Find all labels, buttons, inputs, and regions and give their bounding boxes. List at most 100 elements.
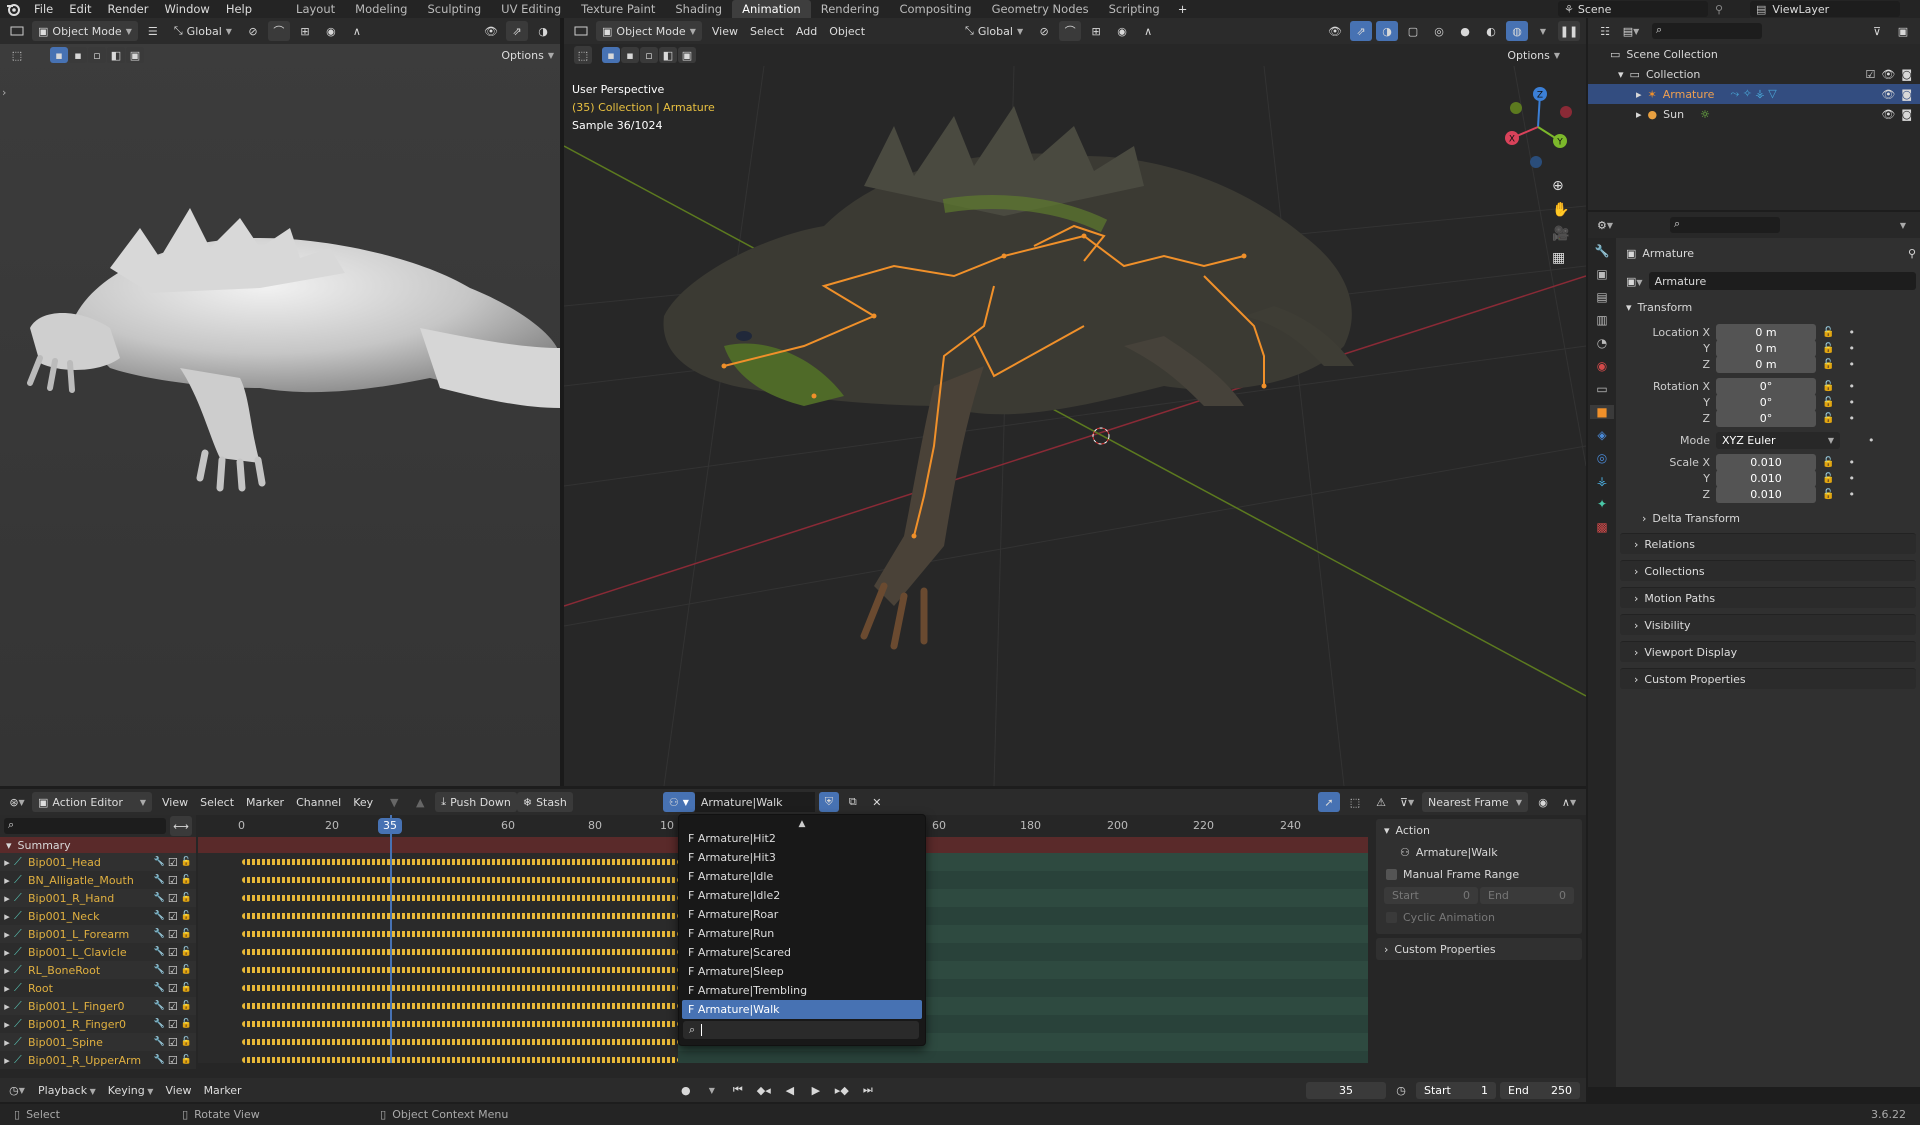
select-intersect-icon[interactable]: ▣: [678, 47, 696, 63]
wrench-icon[interactable]: 🔧: [154, 1037, 165, 1047]
keyframe-dot-icon[interactable]: •: [1848, 472, 1855, 485]
falloff-icon[interactable]: ∧: [346, 21, 368, 41]
physics-tab-icon[interactable]: ◎: [1597, 451, 1607, 465]
output-tab-icon[interactable]: ▤: [1596, 290, 1607, 304]
eye-icon[interactable]: 👁: [1881, 68, 1895, 81]
outliner-row-sun[interactable]: ▸ ● Sun ☼ 👁 ◙: [1588, 104, 1920, 124]
play-reverse-icon[interactable]: ◀: [779, 1080, 801, 1100]
channel-checkbox[interactable]: ☑: [168, 856, 178, 869]
shading-solid-icon[interactable]: ●: [1454, 21, 1476, 41]
pause-render-icon[interactable]: ❚❚: [1558, 21, 1580, 41]
eye-icon[interactable]: 👁: [1881, 88, 1895, 101]
lock-icon[interactable]: 🔓: [1822, 343, 1834, 354]
tab-shading[interactable]: Shading: [665, 0, 732, 18]
play-icon[interactable]: ▶: [805, 1080, 827, 1100]
action-option[interactable]: F Armature|Sleep: [682, 962, 922, 981]
current-frame-field[interactable]: 35: [1306, 1081, 1386, 1099]
push-down-button[interactable]: ⤓ Push Down: [435, 792, 517, 812]
ortho-grid-icon[interactable]: ▦: [1552, 250, 1569, 266]
wrench-icon[interactable]: 🔧: [154, 1019, 165, 1029]
constraints-tab-icon[interactable]: ⚶: [1597, 474, 1607, 488]
properties-search-input[interactable]: ⌕: [1670, 217, 1780, 233]
wrench-icon[interactable]: 🔧: [154, 1001, 165, 1011]
popup-scroll-up-icon[interactable]: ▲: [682, 819, 922, 829]
wrench-icon[interactable]: 🔧: [154, 1055, 165, 1065]
timeline-menu-view[interactable]: View: [159, 1084, 197, 1097]
keyframe-dot-icon[interactable]: •: [1848, 412, 1855, 425]
lock-icon[interactable]: 🔓: [181, 857, 192, 867]
overlay-icon[interactable]: ◑: [532, 21, 554, 41]
channel-row[interactable]: ▸ ⟋ Bip001_R_Hand 🔧 ☑ 🔓: [0, 889, 196, 907]
expand-arrow-icon[interactable]: ▸: [0, 892, 14, 905]
channel-row[interactable]: ▸ ⟋ Bip001_Neck 🔧 ☑ 🔓: [0, 907, 196, 925]
tab-layout[interactable]: Layout: [286, 0, 345, 18]
timeline-editor-icon[interactable]: ◷ ▼: [6, 1080, 28, 1100]
select-invert-icon[interactable]: ◧: [659, 47, 677, 63]
editor-type-icon[interactable]: [570, 21, 592, 41]
rotation-mode-dropdown[interactable]: XYZ Euler ▼: [1716, 431, 1840, 449]
object-datablock-field[interactable]: ▣▼ Armature: [1620, 270, 1916, 292]
dopesheet-mode-dropdown[interactable]: ▣ Action Editor ▼: [32, 792, 152, 812]
only-selected-icon[interactable]: ➚: [1318, 792, 1340, 812]
shading-rendered-icon[interactable]: ◍: [1506, 21, 1528, 41]
lock-icon[interactable]: 🔓: [1822, 457, 1834, 468]
prev-key-icon[interactable]: ◆◂: [753, 1080, 775, 1100]
keyframe-dot-icon[interactable]: •: [1848, 488, 1855, 501]
data-tab-icon[interactable]: ✦: [1597, 497, 1607, 511]
left-mode-dropdown[interactable]: ▣ Object Mode ▼: [32, 21, 138, 41]
panel-visibility[interactable]: › Visibility: [1620, 614, 1916, 635]
snap-mode-dropdown[interactable]: Nearest Frame ▼: [1422, 792, 1528, 812]
action-menu-key[interactable]: Key: [347, 796, 379, 809]
expand-arrow-icon[interactable]: ▸: [0, 1018, 14, 1031]
pin-icon[interactable]: ⚲: [1708, 3, 1730, 16]
timeline-menu-playback[interactable]: Playback ▼: [32, 1084, 102, 1097]
channel-row[interactable]: ▸ ⟋ Bip001_L_Forearm 🔧 ☑ 🔓: [0, 925, 196, 943]
lock-icon[interactable]: 🔓: [1822, 397, 1834, 408]
falloff-icon[interactable]: ∧: [1137, 21, 1159, 41]
action-menu-select[interactable]: Select: [194, 796, 240, 809]
editor-type-icon[interactable]: [6, 21, 28, 41]
channel-checkbox[interactable]: ☑: [168, 1000, 178, 1013]
menu-help[interactable]: Help: [218, 0, 260, 18]
panel-custom-properties[interactable]: › Custom Properties: [1620, 668, 1916, 689]
keyframe-dot-icon[interactable]: •: [1848, 456, 1855, 469]
popup-search-input[interactable]: ⌕: [683, 1021, 919, 1039]
wrench-icon[interactable]: 🔧: [154, 857, 165, 867]
menu-edit[interactable]: Edit: [61, 0, 99, 18]
properties-options-icon[interactable]: ▼: [1892, 215, 1914, 235]
proportional-icon[interactable]: ◉: [1532, 792, 1554, 812]
lock-icon[interactable]: 🔓: [1822, 489, 1834, 500]
wrench-icon[interactable]: 🔧: [154, 893, 165, 903]
properties-editor-icon[interactable]: ⚙ ▼: [1594, 215, 1616, 235]
pan-hand-icon[interactable]: ✋: [1552, 202, 1569, 218]
select-new-icon[interactable]: ▪: [602, 47, 620, 63]
expand-arrow-icon[interactable]: ▸: [0, 910, 14, 923]
main-viewport[interactable]: ▣ Object Mode ▼ View Select Add Object ⤡ Globa…: [564, 18, 1586, 786]
channel-checkbox[interactable]: ☑: [168, 892, 178, 905]
tab-geometry-nodes[interactable]: Geometry Nodes: [982, 0, 1099, 18]
pivot-icon[interactable]: ⊘: [1033, 21, 1055, 41]
viewport-menu-object[interactable]: Object: [823, 25, 871, 38]
transform-field-rotation-x[interactable]: 0°: [1716, 377, 1816, 395]
lock-icon[interactable]: 🔓: [181, 911, 192, 921]
preview-range-icon[interactable]: ◷: [1390, 1080, 1412, 1100]
tab-texture-paint[interactable]: Texture Paint: [571, 0, 665, 18]
action-option[interactable]: F Armature|Roar: [682, 905, 922, 924]
transform-field-scale-x[interactable]: 0.010: [1716, 453, 1816, 471]
lock-icon[interactable]: 🔓: [1822, 359, 1834, 370]
transform-field-scale-y[interactable]: 0.010: [1716, 469, 1816, 487]
outliner-search-input[interactable]: ⌕: [1652, 23, 1762, 39]
channel-row[interactable]: ▸ ⟋ Bip001_R_UpperArm 🔧 ☑ 🔓: [0, 1051, 196, 1069]
action-name-row[interactable]: ⚇ Armature|Walk: [1376, 841, 1582, 863]
channel-checkbox[interactable]: ☑: [168, 1018, 178, 1031]
tab-animation[interactable]: Animation: [732, 0, 811, 18]
proportional-edit-icon[interactable]: ◉: [1111, 21, 1133, 41]
wrench-icon[interactable]: 🔧: [154, 875, 165, 885]
action-option[interactable]: F Armature|Trembling: [682, 981, 922, 1000]
keyframe-dot-icon[interactable]: •: [1848, 380, 1855, 393]
proportional-edit-icon[interactable]: ◉: [320, 21, 342, 41]
action-option[interactable]: F Armature|Idle2: [682, 886, 922, 905]
outliner-editor-icon[interactable]: ☷: [1594, 21, 1616, 41]
object-tab-icon[interactable]: ■: [1590, 405, 1614, 419]
checkbox[interactable]: [1386, 868, 1397, 880]
